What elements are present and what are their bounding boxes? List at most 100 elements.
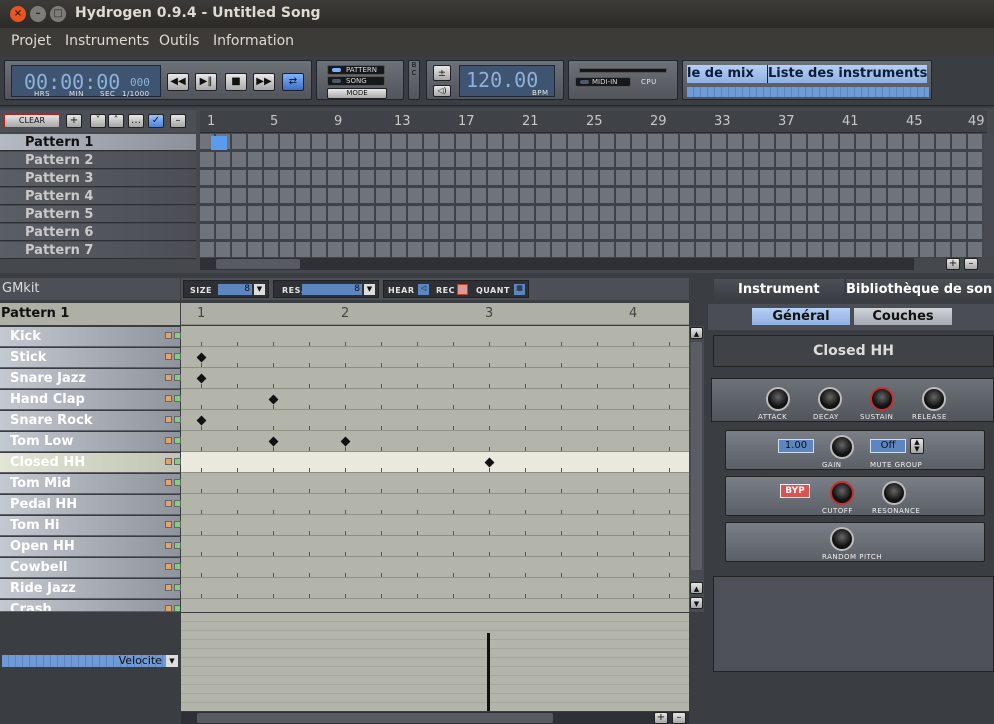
move-up-button[interactable]: ˄ bbox=[108, 114, 124, 128]
velocity-selector[interactable]: Velocite bbox=[2, 655, 178, 667]
draw-mode-button[interactable]: ✓ bbox=[148, 114, 164, 128]
instrument-row[interactable]: Cowbell bbox=[0, 558, 181, 578]
mode-button[interactable]: MODE bbox=[327, 88, 387, 99]
menu-information[interactable]: Information bbox=[213, 33, 294, 49]
pattern-vertical-scrollbar[interactable]: ▲ ▲ ▼ bbox=[689, 326, 704, 612]
pattern-list-item[interactable]: Pattern 1 bbox=[0, 134, 196, 151]
solo-button[interactable] bbox=[174, 374, 181, 381]
loop-button[interactable]: ⇄ bbox=[282, 73, 304, 91]
pattern-row[interactable] bbox=[181, 473, 689, 494]
song-cell-active[interactable] bbox=[211, 136, 227, 150]
release-knob[interactable] bbox=[922, 387, 946, 411]
mute-button[interactable] bbox=[165, 374, 172, 381]
mute-button[interactable] bbox=[165, 605, 172, 611]
mute-button[interactable] bbox=[165, 479, 172, 486]
solo-button[interactable] bbox=[174, 563, 181, 570]
song-ruler[interactable]: 1 5 9 13 17 21 25 29 33 37 41 45 49 bbox=[200, 111, 987, 133]
quantize-toggle[interactable]: ▦ bbox=[514, 284, 525, 295]
mute-button[interactable] bbox=[165, 500, 172, 507]
solo-button[interactable] bbox=[174, 332, 181, 339]
solo-button[interactable] bbox=[174, 479, 181, 486]
stop-button[interactable]: ■ bbox=[225, 73, 247, 91]
pattern-row[interactable] bbox=[181, 557, 689, 578]
menu-instruments[interactable]: Instruments bbox=[65, 33, 149, 49]
solo-button[interactable] bbox=[174, 542, 181, 549]
zoom-out-button[interactable]: – bbox=[672, 712, 686, 724]
mute-button[interactable] bbox=[165, 584, 172, 591]
pattern-row[interactable] bbox=[181, 515, 689, 536]
tab-instrument[interactable]: Instrument bbox=[714, 279, 844, 301]
size-control[interactable]: SIZE 8 ▼ bbox=[183, 280, 269, 298]
mute-button[interactable] bbox=[165, 353, 172, 360]
decay-knob[interactable] bbox=[818, 387, 842, 411]
metronome-icon[interactable]: ◁) bbox=[433, 85, 451, 97]
maximize-icon[interactable]: □ bbox=[50, 6, 66, 22]
scroll-up-icon[interactable]: ▲ bbox=[690, 582, 703, 594]
sustain-knob[interactable] bbox=[870, 387, 894, 411]
select-mode-button[interactable]: … bbox=[128, 114, 144, 128]
zoom-in-button[interactable]: + bbox=[654, 712, 668, 724]
bc-panel[interactable]: B C bbox=[408, 60, 420, 100]
solo-button[interactable] bbox=[174, 605, 180, 611]
pattern-row[interactable] bbox=[181, 599, 689, 612]
instrument-row[interactable]: Pedal HH bbox=[0, 495, 181, 515]
clear-button[interactable]: CLEAR bbox=[4, 114, 60, 128]
hear-toggle[interactable]: ◁ bbox=[418, 284, 429, 295]
scroll-down-icon[interactable]: ▼ bbox=[690, 597, 703, 609]
pattern-row[interactable] bbox=[181, 368, 689, 389]
minimize-icon[interactable]: – bbox=[30, 6, 46, 22]
velocity-editor[interactable] bbox=[181, 613, 689, 711]
instrument-row[interactable]: Closed HH bbox=[0, 453, 181, 473]
instrument-list-button[interactable]: Liste des instruments bbox=[767, 65, 927, 83]
chevron-down-icon[interactable]: ▼ bbox=[166, 655, 178, 667]
solo-button[interactable] bbox=[174, 521, 181, 528]
pattern-row[interactable] bbox=[181, 410, 689, 431]
velocity-bar[interactable] bbox=[487, 633, 490, 711]
pattern-row[interactable] bbox=[181, 347, 689, 368]
solo-button[interactable] bbox=[174, 458, 181, 465]
instrument-row[interactable]: Tom Low bbox=[0, 432, 181, 452]
pattern-list-item[interactable]: Pattern 4 bbox=[0, 188, 196, 205]
solo-button[interactable] bbox=[174, 584, 181, 591]
instrument-row[interactable]: Hand Clap bbox=[0, 390, 181, 410]
pattern-grid[interactable] bbox=[181, 326, 689, 612]
solo-button[interactable] bbox=[174, 437, 181, 444]
zoom-out-button[interactable]: – bbox=[964, 258, 978, 270]
instrument-row[interactable]: Ride Jazz bbox=[0, 579, 181, 599]
song-vertical-scrollbar[interactable] bbox=[984, 134, 994, 258]
pattern-row[interactable] bbox=[181, 326, 689, 347]
cutoff-knob[interactable] bbox=[830, 481, 854, 505]
pattern-list-item[interactable]: Pattern 6 bbox=[0, 224, 196, 241]
solo-button[interactable] bbox=[174, 416, 181, 423]
song-grid[interactable] bbox=[200, 134, 982, 258]
mute-button[interactable] bbox=[165, 458, 172, 465]
pattern-list-item[interactable]: Pattern 2 bbox=[0, 152, 196, 169]
attack-knob[interactable] bbox=[766, 387, 790, 411]
instrument-row[interactable]: Crash bbox=[0, 600, 180, 612]
pattern-row[interactable] bbox=[181, 536, 689, 557]
instrument-row[interactable]: Open HH bbox=[0, 537, 181, 557]
resolution-control[interactable]: RES. 8 ▼ bbox=[273, 280, 379, 298]
menu-outils[interactable]: Outils bbox=[159, 33, 199, 49]
mute-button[interactable] bbox=[165, 395, 172, 402]
solo-button[interactable] bbox=[174, 353, 181, 360]
mute-button[interactable] bbox=[165, 563, 172, 570]
mute-button[interactable] bbox=[165, 416, 172, 423]
scroll-up-icon[interactable]: ▲ bbox=[690, 327, 703, 339]
pattern-row[interactable] bbox=[181, 578, 689, 599]
gain-value[interactable]: 1.00 bbox=[778, 439, 814, 453]
scroll-thumb[interactable] bbox=[691, 342, 702, 570]
pattern-row[interactable] bbox=[181, 389, 689, 410]
instrument-row[interactable]: Snare Rock bbox=[0, 411, 181, 431]
random-pitch-knob[interactable] bbox=[830, 527, 854, 551]
pattern-row[interactable] bbox=[181, 431, 689, 452]
gain-knob[interactable] bbox=[830, 435, 854, 459]
menu-projet[interactable]: Projet bbox=[11, 33, 51, 49]
pattern-list-item[interactable]: Pattern 3 bbox=[0, 170, 196, 187]
chevron-down-icon[interactable]: ▼ bbox=[364, 284, 375, 295]
pattern-list-item[interactable]: Pattern 5 bbox=[0, 206, 196, 223]
instrument-row[interactable]: Stick bbox=[0, 348, 181, 368]
mixer-button[interactable]: le de mix bbox=[687, 65, 767, 83]
play-pause-button[interactable]: ▶‖ bbox=[195, 73, 217, 91]
mute-button[interactable] bbox=[165, 332, 172, 339]
